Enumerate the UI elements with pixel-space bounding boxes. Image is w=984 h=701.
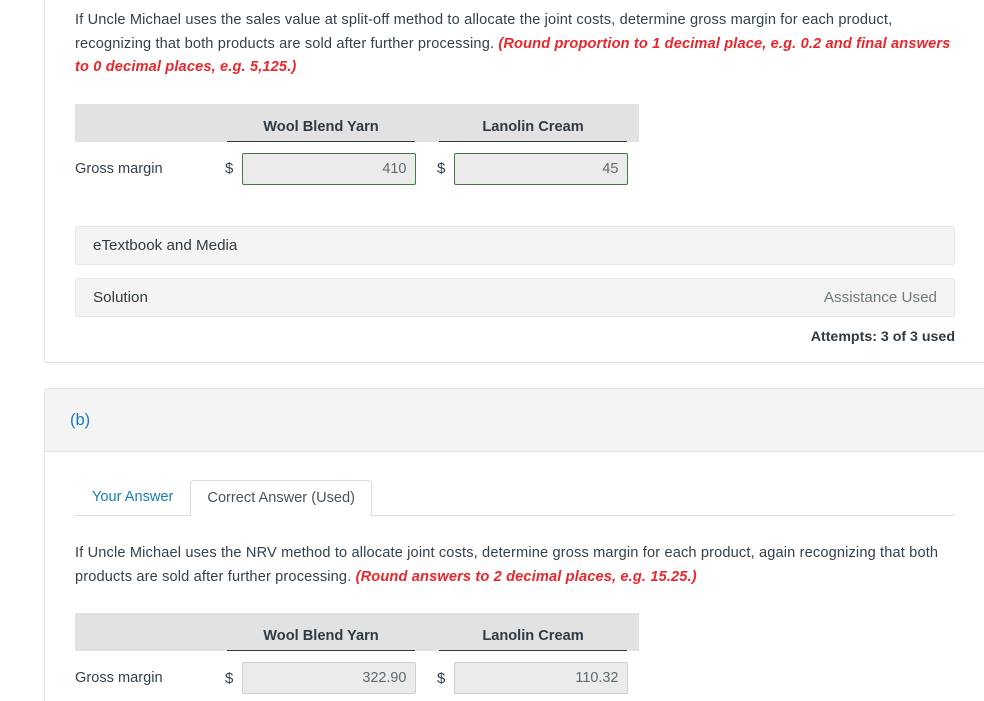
header-spacer-cell (75, 103, 215, 142)
part-b-question-text: If Uncle Michael uses the NRV method to … (75, 542, 955, 589)
table-header-row: Wool Blend Yarn Lanolin Cream (75, 103, 639, 142)
answer-cell-lanolin-cream: $ (427, 142, 639, 196)
part-b-body: If Uncle Michael uses the NRV method to … (45, 516, 984, 701)
gross-margin-input-wool-blend-yarn[interactable] (242, 152, 417, 185)
table-row: Gross margin $ $ (75, 142, 639, 196)
currency-symbol: $ (437, 160, 446, 177)
part-b-table-head: Wool Blend Yarn Lanolin Cream (75, 613, 639, 651)
gross-margin-input-lanolin-cream[interactable] (454, 662, 629, 694)
currency-symbol: $ (225, 669, 234, 687)
answer-cell-inner: $ (215, 152, 427, 185)
currency-symbol: $ (437, 669, 446, 687)
table-row: Gross margin $ $ (75, 651, 639, 701)
solution-bar[interactable]: Solution Assistance Used (75, 277, 955, 317)
answer-cell-inner: $ (427, 662, 639, 694)
question-card-part-a: If Uncle Michael uses the sales value at… (44, 0, 984, 363)
part-a-answer-table: Wool Blend Yarn Lanolin Cream Gross marg… (75, 103, 639, 196)
table-header-row: Wool Blend Yarn Lanolin Cream (75, 613, 639, 651)
tab-correct-answer-used[interactable]: Correct Answer (Used) (190, 480, 373, 517)
answer-cell-inner: $ (215, 662, 427, 694)
answer-cell-wool-blend-yarn: $ (215, 651, 427, 701)
column-header-label: Wool Blend Yarn (227, 628, 415, 651)
answer-cell-wool-blend-yarn: $ (215, 142, 427, 196)
column-header-label: Lanolin Cream (439, 119, 627, 142)
part-b-tab-bar: Your Answer Correct Answer (Used) (45, 477, 984, 517)
header-spacer-cell (75, 613, 215, 651)
attempts-counter: Attempts: 3 of 3 used (810, 328, 955, 345)
part-a-table-head: Wool Blend Yarn Lanolin Cream (75, 103, 639, 142)
assistance-used-note: Assistance Used (823, 288, 937, 306)
part-a-table-body: Gross margin $ $ (75, 142, 639, 196)
column-header-wool-blend-yarn: Wool Blend Yarn (215, 103, 427, 142)
row-label-gross-margin: Gross margin (75, 670, 163, 686)
column-header-lanolin-cream: Lanolin Cream (427, 613, 639, 651)
part-b-question-hint: (Round answers to 2 decimal places, e.g.… (355, 568, 697, 585)
tab-your-answer[interactable]: Your Answer (75, 479, 190, 516)
column-header-lanolin-cream: Lanolin Cream (427, 103, 639, 142)
part-a-question-text: If Uncle Michael uses the sales value at… (75, 9, 955, 80)
part-b-table-body: Gross margin $ $ (75, 651, 639, 701)
gross-margin-input-wool-blend-yarn[interactable] (242, 662, 417, 694)
gross-margin-input-lanolin-cream[interactable] (454, 152, 629, 185)
column-header-label: Lanolin Cream (439, 628, 627, 651)
part-b-header: (b) (45, 389, 984, 452)
part-b-label: (b) (70, 410, 91, 429)
answer-cell-inner: $ (427, 152, 639, 185)
currency-symbol: $ (225, 160, 234, 177)
row-label-gross-margin: Gross margin (75, 160, 163, 177)
part-b-answer-table: Wool Blend Yarn Lanolin Cream Gross marg… (75, 613, 639, 701)
answer-cell-lanolin-cream: $ (427, 651, 639, 701)
etextbook-and-media-bar[interactable]: eTextbook and Media (75, 225, 955, 265)
etextbook-and-media-label: eTextbook and Media (93, 236, 238, 254)
question-card-part-b: (b) Your Answer Correct Answer (Used) If… (44, 388, 984, 701)
part-a-body: If Uncle Michael uses the sales value at… (45, 0, 984, 345)
column-header-label: Wool Blend Yarn (227, 119, 415, 142)
column-header-wool-blend-yarn: Wool Blend Yarn (215, 613, 427, 651)
solution-label: Solution (93, 288, 148, 306)
question-page: If Uncle Michael uses the sales value at… (0, 0, 984, 701)
